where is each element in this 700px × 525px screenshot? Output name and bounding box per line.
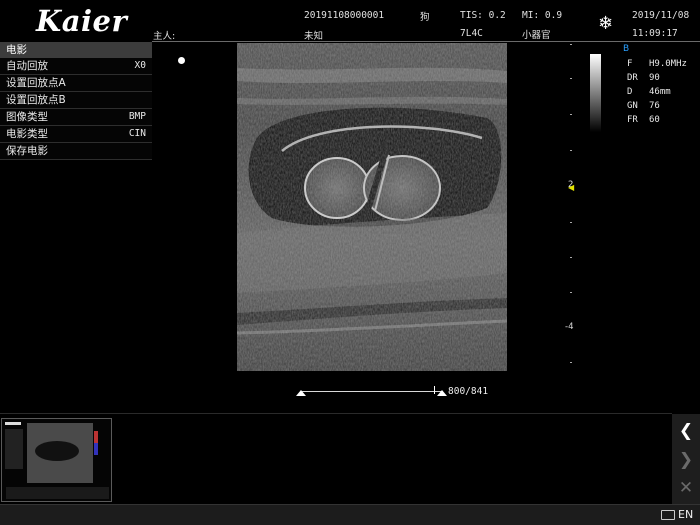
param-row: F H9.0MHz (627, 57, 687, 71)
patient-id: 20191108000001 (304, 10, 385, 21)
menu-item-label: 电影类型 (6, 128, 48, 140)
menu-item-image-type[interactable]: 图像类型 BMP (0, 109, 152, 126)
saved-image-thumbnail[interactable] (1, 418, 112, 502)
menu-item-auto-replay[interactable]: 自动回放 X0 (0, 58, 152, 75)
mode-label: B (623, 44, 630, 54)
param-value: 90 (649, 73, 660, 83)
chevron-right-icon[interactable]: ❯ (672, 445, 700, 475)
preset-name: 小器官 (522, 30, 551, 41)
param-key: D (627, 87, 633, 97)
cine-menu: 电影 自动回放 X0 设置回放点A 设置回放点B 图像类型 BMP 电影类型 C… (0, 42, 152, 160)
menu-item-set-point-b[interactable]: 设置回放点B (0, 92, 152, 109)
param-row: D 46mm (627, 85, 687, 99)
exam-time: 11:09:17 (632, 28, 678, 39)
close-icon[interactable]: ✕ (672, 473, 700, 503)
param-value: 46mm (649, 87, 671, 97)
menu-item-set-point-a[interactable]: 设置回放点A (0, 75, 152, 92)
param-key: GN (627, 101, 638, 111)
mi-index: MI: 0.9 (522, 10, 563, 21)
focus-marker-icon: ◀ (568, 183, 575, 192)
param-value: 76 (649, 101, 660, 111)
param-value: 60 (649, 115, 660, 125)
brand-logo: Kaier (36, 4, 128, 38)
owner-name: 未知 (304, 31, 324, 42)
status-bar: EN (0, 504, 700, 525)
grayscale-bar (590, 54, 601, 132)
snowflake-icon: ❄ (598, 13, 614, 34)
menu-item-label: 设置回放点B (6, 94, 66, 106)
owner-label: 主人: (153, 31, 176, 42)
param-row: GN 76 (627, 99, 687, 113)
frame-counter: 800/841 (448, 386, 489, 397)
cine-timeline[interactable] (301, 391, 441, 392)
chevron-left-icon[interactable]: ❮ (672, 416, 700, 446)
depth-label: 4 (568, 322, 574, 332)
tis-index: TIS: 0.2 (460, 10, 506, 21)
menu-item-value: CIN (128, 128, 146, 139)
focus-dot (178, 57, 185, 64)
thumbnail-strip (0, 413, 672, 504)
cine-cursor[interactable] (434, 386, 435, 394)
param-row: FR 60 (627, 113, 687, 127)
menu-item-save-cine[interactable]: 保存电影 (0, 143, 152, 160)
cine-end-handle[interactable] (437, 390, 447, 396)
param-key: DR (627, 73, 638, 83)
menu-item-label: 图像类型 (6, 111, 48, 123)
param-row: DR 90 (627, 71, 687, 85)
input-language[interactable]: EN (678, 508, 693, 521)
imaging-params: F H9.0MHz DR 90 D 46mm GN 76 FR 60 (627, 57, 687, 127)
param-value: H9.0MHz (649, 59, 687, 69)
exam-date: 2019/11/08 (632, 10, 690, 21)
menu-item-label: 保存电影 (6, 145, 48, 157)
side-button-panel: ❮ ❯ ✕ (672, 414, 700, 504)
ultrasound-image[interactable] (237, 43, 507, 371)
depth-scale: 2 -4 (560, 40, 580, 380)
menu-item-value: BMP (128, 111, 146, 122)
menu-item-label: 设置回放点A (6, 77, 66, 89)
species: 狗 (420, 12, 430, 23)
probe-name: 7L4C (460, 28, 483, 39)
param-key: FR (627, 115, 638, 125)
header-divider (152, 41, 700, 42)
cine-start-handle[interactable] (296, 390, 306, 396)
keyboard-icon[interactable] (661, 510, 675, 520)
menu-item-value: X0 (134, 60, 146, 71)
menu-item-cine-type[interactable]: 电影类型 CIN (0, 126, 152, 143)
menu-item-label: 自动回放 (6, 60, 48, 72)
menu-title: 电影 (0, 42, 152, 58)
param-key: F (627, 59, 633, 69)
